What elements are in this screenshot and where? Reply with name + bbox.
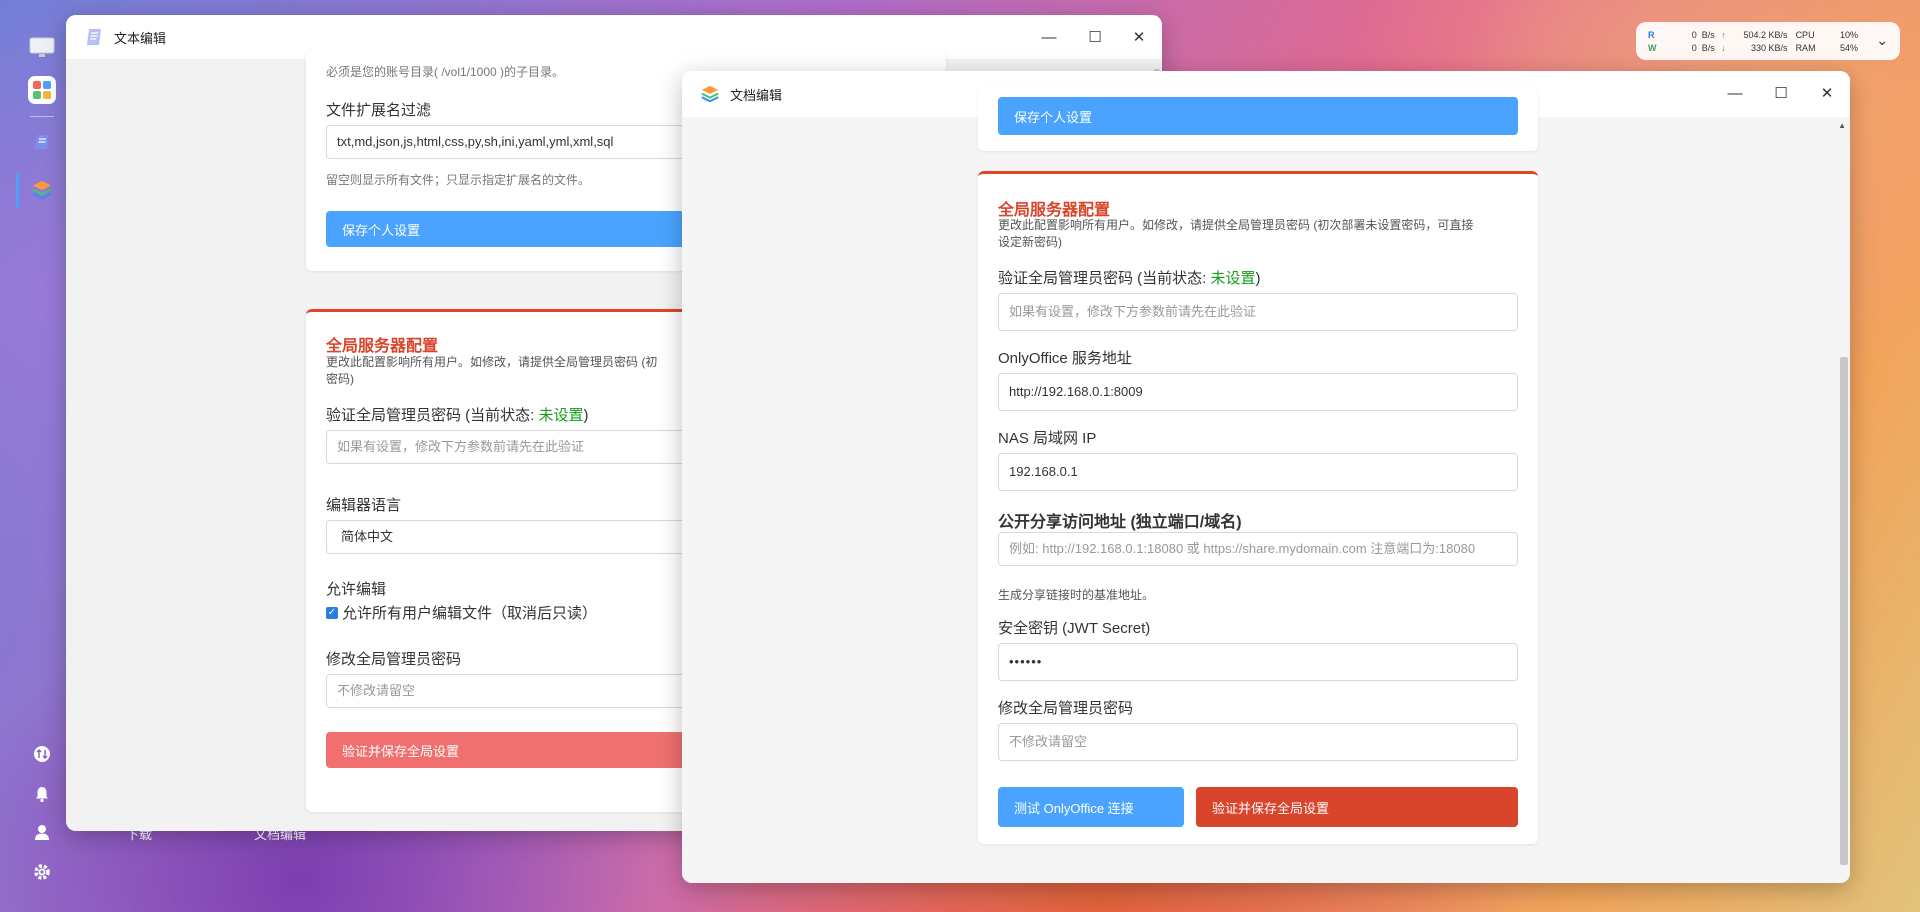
change-password-input[interactable]: 不修改请留空: [998, 723, 1518, 761]
system-stats-widget: R 0 B/s ↑ 504.2 KB/s CPU 10% W 0 B/s ↓ 3…: [1636, 22, 1900, 60]
read-unit: B/s: [1701, 30, 1715, 40]
cpu-label: CPU: [1795, 30, 1815, 40]
settings-icon[interactable]: [32, 862, 52, 882]
verify-label-close: ): [583, 407, 589, 424]
close-button[interactable]: ✕: [1804, 71, 1850, 115]
allow-edit-label: 允许编辑: [326, 581, 387, 598]
window-title: 文本编辑: [114, 30, 167, 46]
doc-editor-window: 文档编辑 — ☐ ✕ 保存个人设置 全局服务器配置 更改此配置影响所有用户。如修…: [682, 71, 1850, 883]
ram-value: 54%: [1839, 43, 1858, 53]
server-config-desc-1: 更改此配置影响所有用户。如修改，请提供全局管理员密码 (初次部署未设置密码，可直…: [998, 218, 1474, 232]
minimize-button[interactable]: —: [1712, 71, 1758, 115]
bell-icon[interactable]: [32, 784, 52, 804]
scroll-up-arrow-icon[interactable]: ▲: [1838, 121, 1846, 130]
user-icon[interactable]: [32, 822, 52, 842]
server-config-desc-1: 更改此配置影响所有用户。如修改，请提供全局管理员密码 (初: [326, 355, 658, 369]
dock-separator: [30, 116, 54, 117]
change-password-label: 修改全局管理员密码: [998, 700, 1134, 717]
minimize-button[interactable]: —: [1026, 15, 1072, 59]
download-arrow-icon: ↓: [1721, 43, 1726, 53]
verify-status: 未设置: [538, 407, 584, 424]
dock: [16, 20, 68, 900]
verify-password-label: 验证全局管理员密码 (当前状态: 未设置): [998, 267, 1261, 288]
doc-editor-icon: [700, 84, 720, 104]
server-config-desc-2: 密码): [326, 372, 354, 386]
write-value: 0: [1691, 43, 1697, 53]
server-config-title: 全局服务器配置: [326, 338, 439, 355]
text-editor-icon[interactable]: [28, 128, 56, 156]
verify-label-text: 验证全局管理员密码 (当前状态:: [998, 270, 1211, 287]
ext-filter-label: 文件扩展名过滤: [326, 102, 432, 119]
active-indicator: [16, 174, 19, 208]
share-url-input[interactable]: 例如: http://192.168.0.1:18080 或 https://s…: [998, 532, 1518, 566]
onlyoffice-url-input[interactable]: http://192.168.0.1:8009: [998, 373, 1518, 411]
save-personal-button[interactable]: 保存个人设置: [998, 97, 1518, 135]
write-label: W: [1648, 43, 1657, 53]
nas-ip-label: NAS 局域网 IP: [998, 430, 1097, 447]
allow-edit-row[interactable]: ✓ 允许所有用户编辑文件（取消后只读）: [326, 602, 597, 623]
server-config-desc-2: 设定新密码): [998, 235, 1062, 249]
editor-language-label: 编辑器语言: [326, 497, 402, 514]
personal-settings-card: 保存个人设置: [978, 87, 1538, 151]
settings-scroll-area[interactable]: 保存个人设置 全局服务器配置 更改此配置影响所有用户。如修改，请提供全局管理员密…: [682, 87, 1850, 883]
verify-label-close: ): [1255, 270, 1261, 287]
jwt-secret-label: 安全密钥 (JWT Secret): [998, 620, 1151, 637]
global-server-card: 全局服务器配置 更改此配置影响所有用户。如修改，请提供全局管理员密码 (初次部署…: [978, 171, 1538, 844]
share-url-hint: 生成分享链接时的基准地址。: [998, 588, 1155, 602]
allow-edit-checkbox[interactable]: ✓: [326, 606, 338, 619]
maximize-button[interactable]: ☐: [1758, 71, 1804, 115]
ext-filter-hint: 留空则显示所有文件；只显示指定扩展名的文件。: [326, 173, 591, 187]
nas-ip-input[interactable]: 192.168.0.1: [998, 453, 1518, 491]
onlyoffice-url-label: OnlyOffice 服务地址: [998, 350, 1132, 367]
allow-edit-checkbox-label: 允许所有用户编辑文件（取消后只读）: [342, 605, 598, 622]
scrollbar-thumb[interactable]: [1840, 357, 1848, 865]
upload-speed: 504.2 KB/s: [1743, 30, 1788, 40]
window-title: 文档编辑: [730, 87, 783, 103]
share-url-label: 公开分享访问地址 (独立端口/域名): [998, 514, 1242, 531]
doc-editor-icon[interactable]: [28, 176, 56, 204]
text-editor-icon: [84, 27, 104, 47]
verify-save-button[interactable]: 验证并保存全局设置: [1196, 787, 1518, 827]
verify-status: 未设置: [1210, 270, 1256, 287]
maximize-button[interactable]: ☐: [1072, 15, 1118, 59]
jwt-secret-input[interactable]: ••••••: [998, 643, 1518, 681]
app-grid-icon[interactable]: [28, 76, 56, 104]
verify-password-label: 验证全局管理员密码 (当前状态: 未设置): [326, 404, 589, 425]
ram-label: RAM: [1795, 43, 1816, 53]
test-onlyoffice-button[interactable]: 测试 OnlyOffice 连接: [998, 787, 1184, 827]
directory-hint: 必须是您的账号目录( /vol1/1000 )的子目录。: [326, 65, 565, 79]
upload-arrow-icon: ↑: [1721, 30, 1726, 40]
close-button[interactable]: ✕: [1116, 15, 1162, 59]
read-value: 0: [1691, 30, 1697, 40]
download-speed: 330 KB/s: [1751, 43, 1788, 53]
read-label: R: [1648, 30, 1655, 40]
write-unit: B/s: [1701, 43, 1715, 53]
transfer-icon[interactable]: [32, 744, 52, 764]
verify-password-input[interactable]: 如果有设置，修改下方参数前请先在此验证: [998, 293, 1518, 331]
cpu-value: 10%: [1839, 30, 1858, 40]
chevron-down-icon[interactable]: ⌄: [1876, 32, 1888, 49]
monitor-icon[interactable]: [28, 34, 56, 62]
verify-label-text: 验证全局管理员密码 (当前状态:: [326, 407, 539, 424]
change-password-label: 修改全局管理员密码: [326, 651, 462, 668]
